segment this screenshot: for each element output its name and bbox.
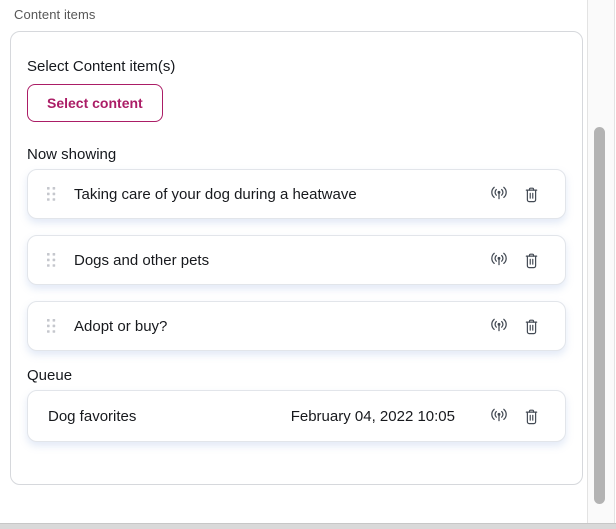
content-items-section-label: Content items [14, 7, 96, 22]
row-actions [489, 250, 541, 270]
broadcast-icon[interactable] [489, 316, 509, 336]
window-bottom-edge [0, 523, 616, 529]
content-items-panel: Select Content item(s) Select content No… [10, 31, 583, 485]
content-item-title: Taking care of your dog during a heatwav… [74, 186, 489, 203]
select-content-button[interactable]: Select content [27, 84, 163, 122]
scrollbar-thumb[interactable] [594, 127, 605, 504]
content-item-row: Adopt or buy? [27, 301, 566, 351]
drag-handle-icon[interactable] [47, 319, 56, 333]
trash-icon[interactable] [521, 184, 541, 204]
broadcast-icon[interactable] [489, 250, 509, 270]
row-actions [489, 316, 541, 336]
trash-icon[interactable] [521, 316, 541, 336]
queue-item-title: Dog favorites [48, 408, 291, 425]
content-item-title: Adopt or buy? [74, 318, 489, 335]
row-actions [489, 184, 541, 204]
now-showing-label: Now showing [27, 146, 566, 163]
drag-handle-icon[interactable] [47, 187, 56, 201]
drag-handle-icon[interactable] [47, 253, 56, 267]
content-items-screen: Content items Select Content item(s) Sel… [0, 0, 616, 529]
content-item-row: Taking care of your dog during a heatwav… [27, 169, 566, 219]
queue-list: Dog favorites February 04, 2022 10:05 [27, 390, 566, 442]
now-showing-list: Taking care of your dog during a heatwav… [27, 169, 566, 351]
row-actions [489, 406, 541, 426]
trash-icon[interactable] [521, 406, 541, 426]
queue-item-datetime: February 04, 2022 10:05 [291, 408, 455, 425]
broadcast-icon[interactable] [489, 406, 509, 426]
select-content-label: Select Content item(s) [27, 58, 566, 75]
trash-icon[interactable] [521, 250, 541, 270]
content-item-title: Dogs and other pets [74, 252, 489, 269]
broadcast-icon[interactable] [489, 184, 509, 204]
content-item-row: Dogs and other pets [27, 235, 566, 285]
queue-item-row: Dog favorites February 04, 2022 10:05 [27, 390, 566, 442]
queue-label: Queue [27, 367, 566, 384]
vertical-scrollbar[interactable] [587, 0, 615, 523]
